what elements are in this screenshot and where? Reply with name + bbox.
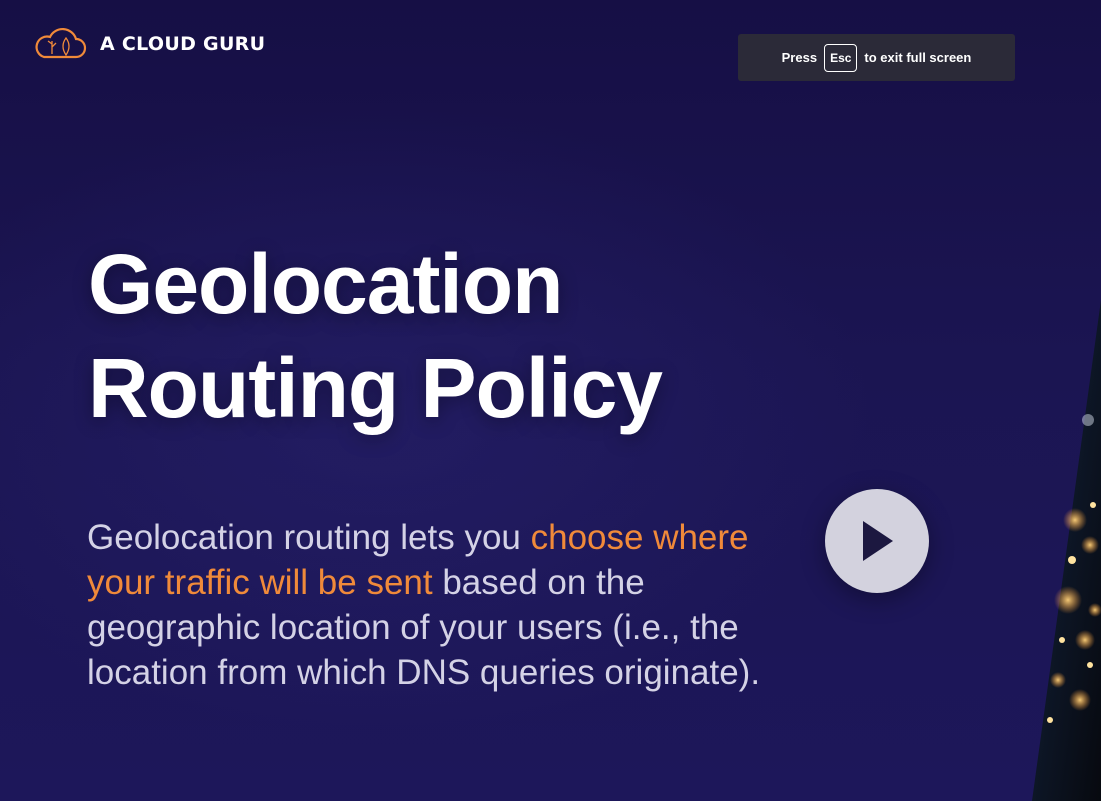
fullscreen-notice: Press Esc to exit full screen <box>738 34 1015 81</box>
video-player-stage[interactable]: A CLOUD GURU Press Esc to exit full scre… <box>0 0 1101 801</box>
fullscreen-notice-prefix: Press <box>781 50 818 65</box>
esc-key-badge: Esc <box>824 43 858 72</box>
brand-name: A CLOUD GURU <box>100 33 266 55</box>
play-button[interactable] <box>825 489 929 593</box>
fullscreen-notice-suffix: to exit full screen <box>864 50 972 65</box>
cloud-logo-icon <box>35 27 87 59</box>
slide-description: Geolocation routing lets you choose wher… <box>87 515 787 695</box>
slide-title: Geolocation Routing Policy <box>88 232 663 440</box>
slide-title-line-1: Geolocation <box>88 237 563 331</box>
brand-logo: A CLOUD GURU <box>30 26 265 62</box>
slide-title-line-2: Routing Policy <box>88 341 663 435</box>
description-part-1: Geolocation routing lets you <box>87 518 531 557</box>
play-icon <box>863 521 893 561</box>
